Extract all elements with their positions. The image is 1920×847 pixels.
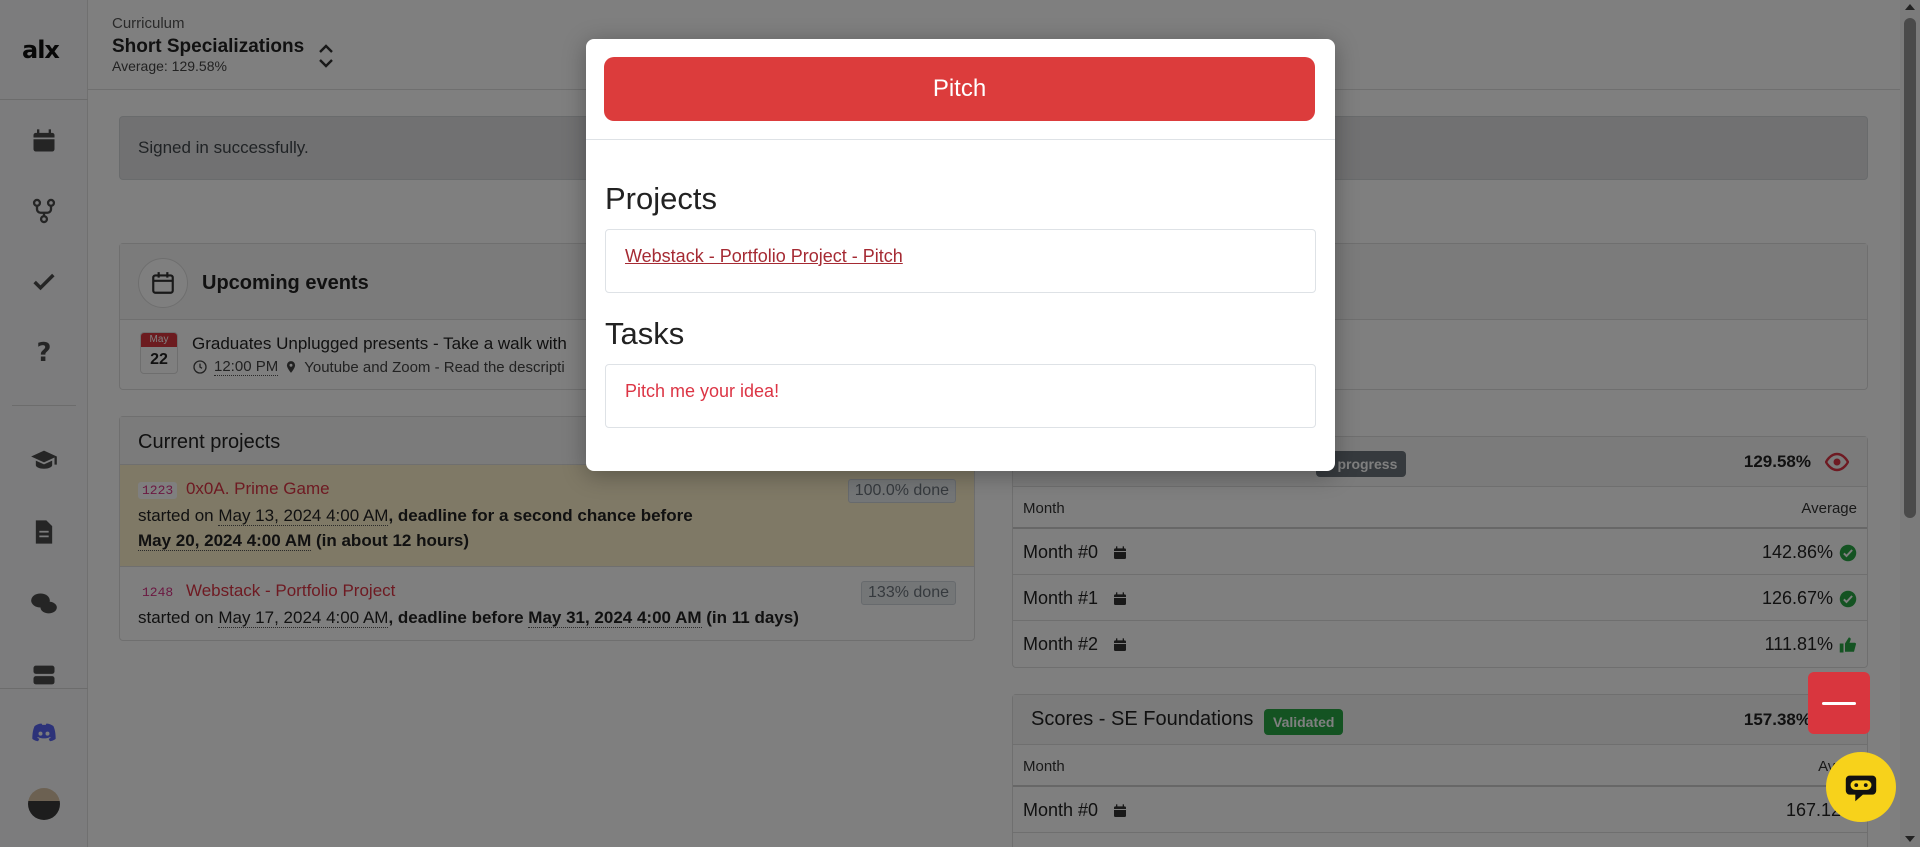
task-text: Pitch me your idea! bbox=[625, 381, 780, 401]
modal-header: Pitch bbox=[586, 39, 1335, 140]
projects-heading: Projects bbox=[605, 181, 717, 216]
scroll-thumb[interactable] bbox=[1904, 18, 1916, 518]
chat-button[interactable] bbox=[1826, 752, 1896, 822]
pitch-modal: Pitch Projects Webstack - Portfolio Proj… bbox=[586, 39, 1335, 471]
page-scrollbar[interactable] bbox=[1900, 0, 1920, 847]
pitch-button[interactable]: Pitch bbox=[604, 57, 1315, 121]
task-item: Pitch me your idea! bbox=[605, 364, 1316, 428]
scroll-down-arrow[interactable] bbox=[1905, 836, 1915, 842]
scroll-up-arrow[interactable] bbox=[1905, 4, 1915, 10]
chat-bot-icon bbox=[1845, 775, 1877, 802]
project-item: Webstack - Portfolio Project - Pitch bbox=[605, 229, 1316, 293]
project-link[interactable]: Webstack - Portfolio Project - Pitch bbox=[625, 246, 903, 266]
tasks-heading: Tasks bbox=[605, 316, 685, 351]
collapse-button[interactable] bbox=[1808, 672, 1870, 734]
